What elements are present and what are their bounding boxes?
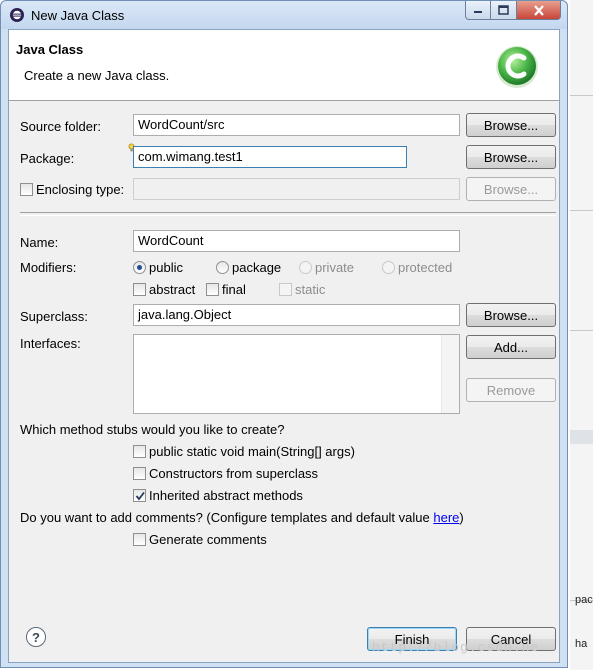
dialog-content: Java Class Create a new Java class. Sour… [8, 29, 560, 663]
constructors-checkbox[interactable] [133, 467, 146, 480]
close-button[interactable] [517, 1, 561, 20]
java-class-wizard-icon [496, 46, 538, 88]
page-description: Create a new Java class. [24, 68, 170, 83]
configure-templates-link[interactable]: here [433, 510, 459, 525]
new-java-class-dialog: New Java Class Java Class Create a new J… [0, 0, 568, 668]
modifier-final-checkbox[interactable] [206, 283, 219, 296]
superclass-browse-button[interactable]: Browse... [466, 303, 556, 327]
maximize-icon [498, 5, 509, 15]
modifiers-label: Modifiers: [20, 260, 77, 275]
modifier-final-label: final [222, 282, 246, 297]
class-name-field[interactable]: WordCount [133, 230, 460, 252]
modifier-public-label: public [149, 260, 183, 275]
background-text-fragment: ha [575, 638, 588, 650]
eclipse-icon [10, 8, 24, 22]
modifier-private-label: private [315, 260, 355, 275]
comments-question-text: Do you want to add comments? (Configure … [20, 510, 434, 525]
package-browse-button[interactable]: Browse... [466, 145, 556, 169]
package-label: Package: [20, 151, 75, 166]
modifier-abstract-label: abstract [149, 282, 196, 297]
modifier-static-checkbox[interactable] [279, 283, 292, 296]
minimize-button[interactable] [465, 1, 491, 20]
enclosing-type-browse-button[interactable]: Browse... [466, 177, 556, 201]
enclosing-type-field[interactable] [133, 178, 460, 200]
maximize-button[interactable] [491, 1, 517, 20]
title-bar[interactable]: New Java Class [1, 1, 567, 29]
help-icon[interactable]: ? [26, 627, 46, 647]
modifier-private-radio[interactable] [299, 261, 312, 274]
comments-question: Do you want to add comments? (Configure … [20, 510, 464, 525]
superclass-field[interactable]: java.lang.Object [133, 304, 460, 326]
generate-comments-label: Generate comments [149, 532, 267, 547]
checkmark-icon [135, 491, 145, 501]
close-icon [533, 4, 544, 16]
inherited-abstract-methods-checkbox[interactable] [133, 489, 146, 502]
method-stubs-question: Which method stubs would you like to cre… [20, 422, 285, 437]
modifier-abstract-checkbox[interactable] [133, 283, 146, 296]
add-interface-button[interactable]: Add... [466, 335, 556, 359]
name-label: Name: [20, 235, 59, 250]
modifier-package-radio[interactable] [216, 261, 229, 274]
interfaces-list-scrollbar[interactable] [441, 335, 459, 413]
main-method-checkbox[interactable] [133, 445, 146, 458]
window-title: New Java Class [31, 8, 125, 23]
enclosing-type-checkbox[interactable] [20, 183, 33, 196]
modifier-package-label: package [232, 260, 282, 275]
generate-comments-checkbox[interactable] [133, 533, 146, 546]
inherited-abstract-methods-label: Inherited abstract methods [149, 488, 303, 503]
minimize-icon [474, 11, 482, 13]
modifier-static-label: static [295, 282, 326, 297]
page-title: Java Class [16, 42, 84, 57]
modifier-protected-label: protected [398, 260, 453, 275]
wizard-header: Java Class Create a new Java class. [9, 30, 559, 101]
package-field[interactable]: com.wimang.test1 [133, 146, 407, 168]
remove-interface-button[interactable]: Remove [466, 378, 556, 402]
superclass-label: Superclass: [20, 309, 88, 324]
watermark-text: http://blog.csdn.ne [372, 640, 540, 655]
interfaces-label: Interfaces: [20, 336, 81, 351]
source-folder-label: Source folder: [20, 119, 101, 134]
comments-question-suffix: ) [459, 510, 464, 525]
background-text-fragment: pac [575, 594, 593, 606]
source-folder-browse-button[interactable]: Browse... [466, 113, 556, 137]
source-folder-field[interactable]: WordCount/src [133, 114, 460, 136]
enclosing-type-label: Enclosing type: [36, 182, 125, 197]
modifier-public-radio[interactable] [133, 261, 146, 274]
separator [20, 212, 556, 216]
background-window [570, 0, 593, 670]
constructors-label: Constructors from superclass [149, 466, 319, 481]
interfaces-list[interactable] [133, 334, 460, 414]
modifier-protected-radio[interactable] [382, 261, 395, 274]
main-method-label: public static void main(String[] args) [149, 444, 355, 459]
